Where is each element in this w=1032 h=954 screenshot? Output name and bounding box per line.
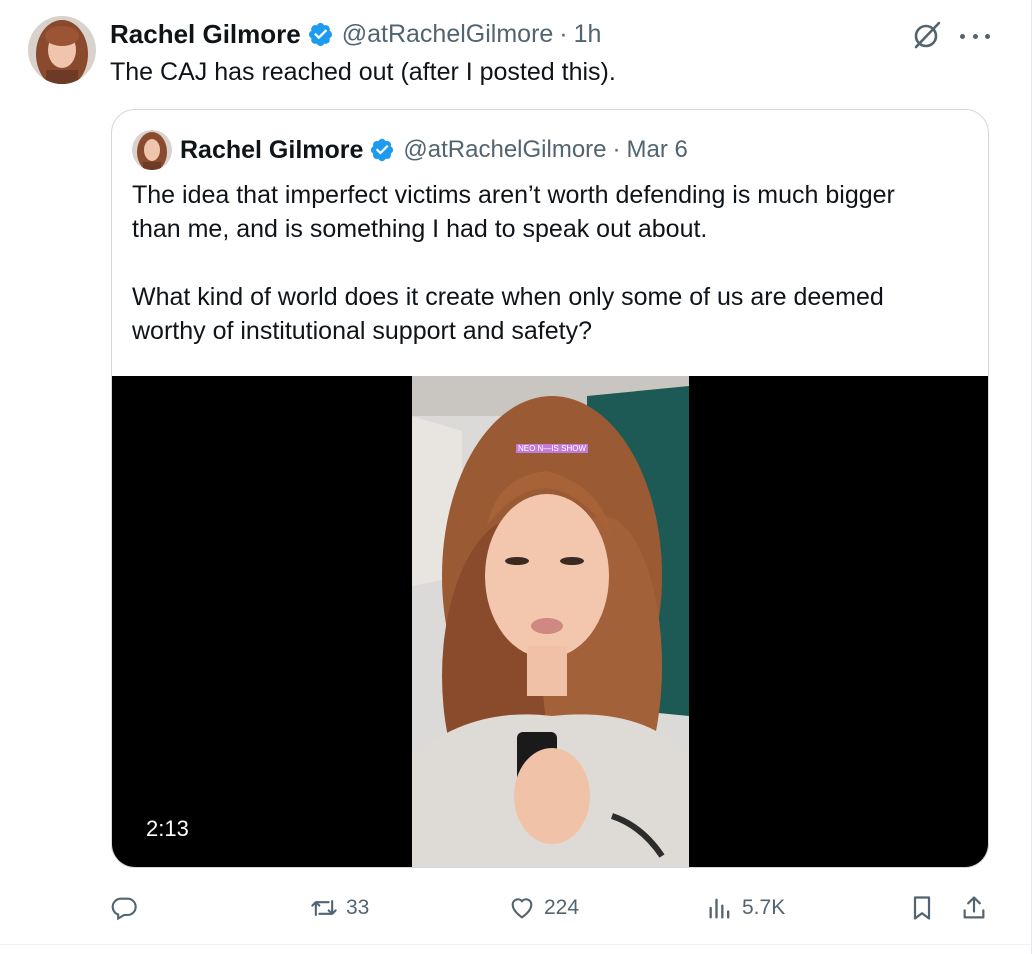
- divider: [0, 944, 1031, 945]
- quoted-author-handle[interactable]: @atRachelGilmore: [403, 136, 606, 164]
- bookmark-icon: [913, 896, 931, 920]
- views-count: 5.7K: [742, 896, 786, 919]
- tweet-header: Rachel Gilmore @atRachelGilmore · 1h: [110, 18, 601, 50]
- heart-icon: [511, 898, 533, 919]
- tweet-actions: 33 224 5.7K: [110, 888, 990, 928]
- tweet-text: The CAJ has reached out (after I posted …: [110, 58, 616, 86]
- quoted-text-line: worthy of institutional support and safe…: [132, 317, 592, 345]
- reply-icon: [111, 897, 137, 921]
- quoted-tweet[interactable]: Rachel Gilmore @atRachelGilmore · Mar 6 …: [111, 109, 989, 868]
- author-name[interactable]: Rachel Gilmore: [110, 19, 301, 50]
- avatar-image: [28, 16, 96, 84]
- views-button[interactable]: 5.7K: [706, 888, 785, 928]
- video-duration: 2:13: [146, 816, 189, 841]
- retweet-icon: [311, 899, 337, 917]
- retweet-button[interactable]: 33: [310, 888, 369, 928]
- quoted-text-line: than me, and is something I had to speak…: [132, 215, 708, 243]
- more-icon[interactable]: [960, 24, 990, 48]
- quoted-tweet-date[interactable]: Mar 6: [627, 136, 688, 164]
- author-avatar[interactable]: [28, 16, 96, 84]
- grok-icon[interactable]: [912, 20, 942, 50]
- like-count: 224: [544, 896, 580, 919]
- quoted-text-line: The idea that imperfect victims aren’t w…: [132, 181, 895, 209]
- bookmark-button[interactable]: [908, 888, 936, 928]
- more-dot: [960, 33, 965, 39]
- quoted-author-avatar[interactable]: [132, 130, 172, 170]
- author-handle[interactable]: @atRachelGilmore: [342, 20, 554, 49]
- share-icon: [963, 896, 985, 919]
- separator-dot: ·: [559, 19, 568, 48]
- separator-dot: ·: [612, 136, 621, 163]
- quoted-tweet-header: Rachel Gilmore @atRachelGilmore · Mar 6: [180, 134, 688, 166]
- more-dot: [972, 33, 978, 39]
- quoted-author-name[interactable]: Rachel Gilmore: [180, 136, 363, 165]
- more-dot: [985, 33, 990, 39]
- verified-badge-icon[interactable]: [307, 21, 334, 48]
- quoted-text-line: What kind of world does it create when o…: [132, 283, 884, 311]
- quoted-tweet-text: The idea that imperfect victims aren’t w…: [132, 178, 972, 348]
- video-player[interactable]: NEO N—IS SHOW 2:13: [112, 376, 988, 867]
- share-button[interactable]: [960, 888, 988, 928]
- reply-button[interactable]: [110, 888, 146, 928]
- video-overlay-caption: NEO N—IS SHOW: [516, 444, 589, 453]
- avatar-image: [132, 130, 172, 170]
- tweet-container[interactable]: Rachel Gilmore @atRachelGilmore · 1h The…: [0, 0, 1032, 954]
- views-icon: [709, 898, 730, 919]
- tweet-time[interactable]: 1h: [574, 20, 602, 49]
- like-button[interactable]: 224: [508, 888, 579, 928]
- retweet-count: 33: [346, 896, 370, 919]
- verified-badge-icon[interactable]: [369, 137, 395, 163]
